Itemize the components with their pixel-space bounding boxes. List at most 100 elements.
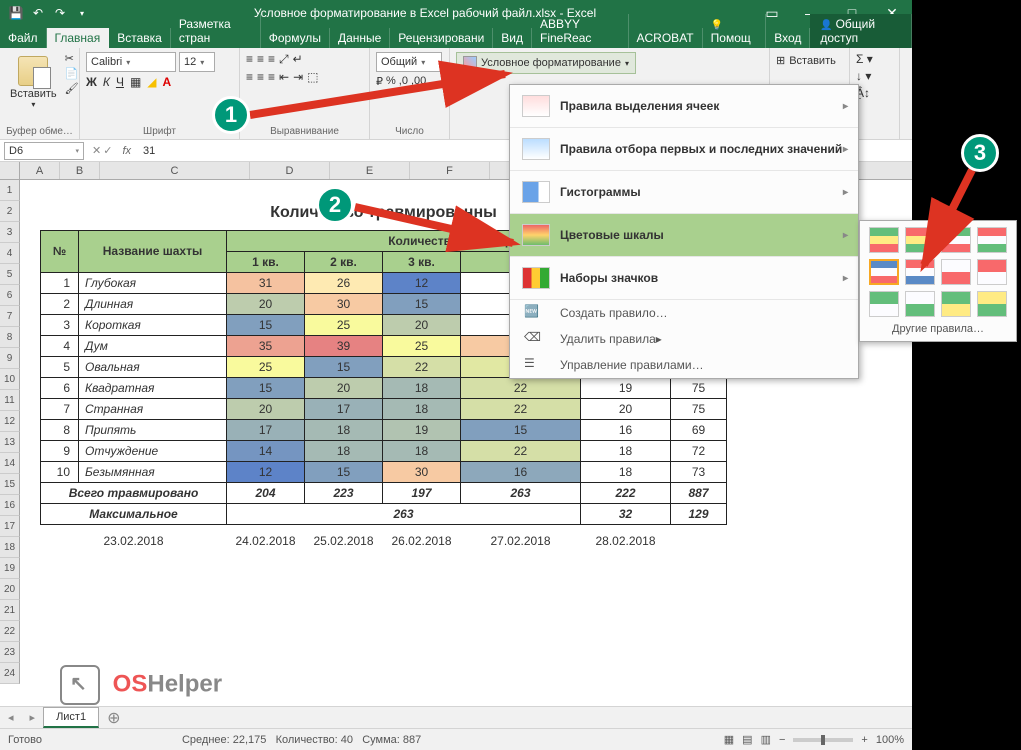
cf-highlight-rules[interactable]: Правила выделения ячеек▸ xyxy=(510,85,858,128)
sort-filter-icon[interactable]: Ậ↕ xyxy=(856,86,893,100)
tab-help[interactable]: Помощ xyxy=(703,14,767,48)
manage-rules-icon: ☰ xyxy=(524,356,542,374)
table-row: 7Странная201718222075 xyxy=(41,398,727,419)
cf-clear-rules[interactable]: ⌫Удалить правила▸ xyxy=(510,326,858,352)
view-break-icon[interactable]: ▥ xyxy=(761,733,771,746)
insert-cells-icon[interactable]: ⊞ xyxy=(776,54,785,67)
clipboard-icon xyxy=(18,56,48,86)
annotation-1: 1 xyxy=(212,96,250,134)
indent-dec-icon[interactable]: ⇤ xyxy=(279,70,289,84)
percent-icon[interactable]: % xyxy=(386,75,396,88)
add-sheet-button[interactable]: ⊕ xyxy=(99,708,128,728)
table-row: 8Припять171819151669 xyxy=(41,419,727,440)
sheet-nav-prev[interactable]: ◂ xyxy=(0,711,22,724)
color-scale-option[interactable] xyxy=(977,291,1007,317)
zoom-out[interactable]: − xyxy=(779,734,785,746)
decimals-dec-icon[interactable]: ,00 xyxy=(411,75,426,88)
tab-data[interactable]: Данные xyxy=(330,28,390,48)
tab-review[interactable]: Рецензировани xyxy=(390,28,493,48)
font-color-button[interactable]: А xyxy=(163,75,172,89)
sheet-tab-active[interactable]: Лист1 xyxy=(43,707,99,728)
cut-icon[interactable]: ✂ xyxy=(65,52,79,65)
cancel-icon[interactable]: ✕ xyxy=(92,144,101,157)
conditional-formatting-button[interactable]: Условное форматирование ▾ xyxy=(456,52,636,74)
view-normal-icon[interactable]: ▦ xyxy=(724,733,734,746)
qat-customize-icon[interactable]: ▾ xyxy=(74,5,90,21)
cf-icon-sets[interactable]: Наборы значков▸ xyxy=(510,257,858,300)
color-scales-submenu: Другие правила… xyxy=(859,220,1017,342)
color-scale-option[interactable] xyxy=(905,291,935,317)
zoom-in[interactable]: + xyxy=(861,734,867,746)
align-right-icon[interactable]: ≡ xyxy=(268,70,275,84)
cf-new-rule[interactable]: 🆕Создать правило… xyxy=(510,300,858,326)
align-center-icon[interactable]: ≡ xyxy=(257,70,264,84)
color-scale-option[interactable] xyxy=(977,227,1007,253)
italic-button[interactable]: К xyxy=(103,75,110,89)
fx-icon[interactable]: fx xyxy=(116,145,137,157)
orient-icon[interactable]: ⤢ xyxy=(279,52,289,67)
cf-data-bars[interactable]: Гистограммы▸ xyxy=(510,171,858,214)
color-scale-option[interactable] xyxy=(941,227,971,253)
status-bar: Готово Среднее: 22,175 Количество: 40 Су… xyxy=(0,728,912,750)
color-scale-option[interactable] xyxy=(977,259,1007,285)
currency-icon[interactable]: ₽ xyxy=(376,75,383,88)
tab-home[interactable]: Главная xyxy=(47,28,110,48)
cf-color-scales[interactable]: Цветовые шкалы▸ xyxy=(510,214,858,257)
number-format-combo[interactable]: Общий▾ xyxy=(376,52,442,72)
merge-icon[interactable]: ⬚ xyxy=(307,70,318,84)
border-button[interactable]: ▦ xyxy=(130,75,141,89)
color-scale-option[interactable] xyxy=(905,227,935,253)
tab-view[interactable]: Вид xyxy=(493,28,532,48)
font-size-combo[interactable]: 12▾ xyxy=(179,52,215,72)
fill-icon[interactable]: ↓ ▾ xyxy=(856,69,893,83)
tab-file[interactable]: Файл xyxy=(0,28,47,48)
align-top-icon[interactable]: ≡ xyxy=(246,52,253,67)
cf-manage-rules[interactable]: ☰Управление правилами… xyxy=(510,352,858,378)
tab-abbyy[interactable]: ABBYY FineReac xyxy=(532,14,629,48)
zoom-level[interactable]: 100% xyxy=(876,734,904,746)
format-painter-icon[interactable]: 🖌 xyxy=(65,82,79,95)
tab-layout[interactable]: Разметка стран xyxy=(171,14,261,48)
decimals-inc-icon[interactable]: ,0 xyxy=(399,75,408,88)
clear-rules-icon: ⌫ xyxy=(524,330,542,348)
copy-icon[interactable]: 📄 xyxy=(65,67,79,80)
annotation-2: 2 xyxy=(316,186,354,224)
color-scale-option[interactable] xyxy=(869,291,899,317)
autosum-icon[interactable]: Σ ▾ xyxy=(856,52,893,66)
align-left-icon[interactable]: ≡ xyxy=(246,70,253,84)
zoom-slider[interactable] xyxy=(793,738,853,742)
bold-button[interactable]: Ж xyxy=(86,75,97,89)
color-scale-option[interactable] xyxy=(905,259,935,285)
color-scale-option[interactable] xyxy=(941,291,971,317)
cs-more-rules[interactable]: Другие правила… xyxy=(866,317,1010,335)
undo-icon[interactable]: ↶ xyxy=(30,5,46,21)
sheet-tabs: ◂ ▸ Лист1 ⊕ xyxy=(0,706,912,728)
new-rule-icon: 🆕 xyxy=(524,304,542,322)
name-box[interactable]: D6▾ xyxy=(4,142,84,160)
tab-share[interactable]: Общий доступ xyxy=(810,14,912,48)
underline-button[interactable]: Ч xyxy=(116,75,124,89)
align-middle-icon[interactable]: ≡ xyxy=(257,52,264,67)
color-scale-option[interactable] xyxy=(941,259,971,285)
align-bottom-icon[interactable]: ≡ xyxy=(268,52,275,67)
wrap-icon[interactable]: ↵ xyxy=(293,52,303,67)
tab-acrobat[interactable]: ACROBAT xyxy=(629,28,703,48)
color-scale-option[interactable] xyxy=(869,227,899,253)
font-name-combo[interactable]: Calibri▾ xyxy=(86,52,176,72)
view-page-icon[interactable]: ▤ xyxy=(742,733,752,746)
color-scale-option[interactable] xyxy=(869,259,899,285)
sheet-nav-next[interactable]: ▸ xyxy=(22,711,44,724)
indent-inc-icon[interactable]: ⇥ xyxy=(293,70,303,84)
paste-button[interactable]: Вставить ▾ xyxy=(6,52,61,113)
save-icon[interactable]: 💾 xyxy=(8,5,24,21)
cf-top-rules[interactable]: Правила отбора первых и последних значен… xyxy=(510,128,858,171)
tab-formulas[interactable]: Формулы xyxy=(261,28,330,48)
tab-insert[interactable]: Вставка xyxy=(109,28,171,48)
tab-login[interactable]: Вход xyxy=(766,28,810,48)
select-all-corner[interactable] xyxy=(0,162,20,179)
table-row: 10Безымянная121530161873 xyxy=(41,461,727,482)
redo-icon[interactable]: ↷ xyxy=(52,5,68,21)
enter-icon[interactable]: ✓ xyxy=(103,144,112,157)
ribbon-tabs: Файл Главная Вставка Разметка стран Форм… xyxy=(0,26,912,48)
fill-color-button[interactable]: ◢ xyxy=(147,75,156,89)
